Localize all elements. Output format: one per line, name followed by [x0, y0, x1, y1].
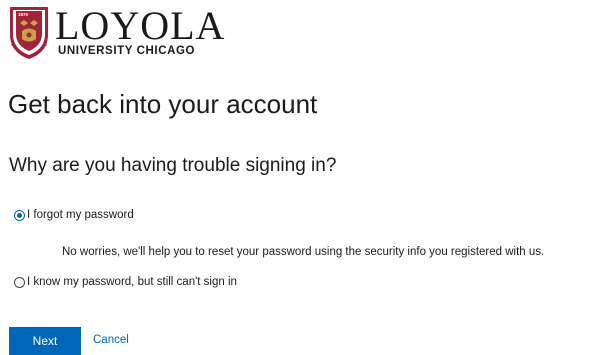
option-forgot-password[interactable]: I forgot my password [14, 209, 134, 221]
radio-know-password[interactable] [14, 276, 25, 288]
cancel-link[interactable]: Cancel [93, 334, 129, 346]
university-seal-icon: 1870 [10, 6, 48, 59]
next-button[interactable]: Next [9, 327, 81, 355]
radio-forgot-password[interactable] [14, 209, 25, 221]
option-know-password[interactable]: I know my password, but still can't sign… [14, 276, 237, 288]
option-know-password-label: I know my password, but still can't sign… [27, 276, 237, 288]
brand-subtitle: UNIVERSITY CHICAGO [58, 44, 196, 57]
wordmark: LOYOLA UNIVERSITY CHICAGO [55, 2, 226, 57]
page-title: Get back into your account [8, 89, 318, 119]
password-reset-page: 1870 LOYOLA UNIVERSITY CHICAGO Get back … [0, 0, 610, 355]
page-subtitle: Why are you having trouble signing in? [9, 155, 337, 176]
loyola-logo: 1870 LOYOLA UNIVERSITY CHICAGO [8, 3, 225, 61]
option-forgot-password-label: I forgot my password [27, 209, 134, 221]
option-forgot-password-description: No worries, we'll help you to reset your… [62, 246, 545, 258]
seal-year: 1870 [18, 12, 29, 17]
brand-name: LOYOLA [55, 2, 226, 48]
